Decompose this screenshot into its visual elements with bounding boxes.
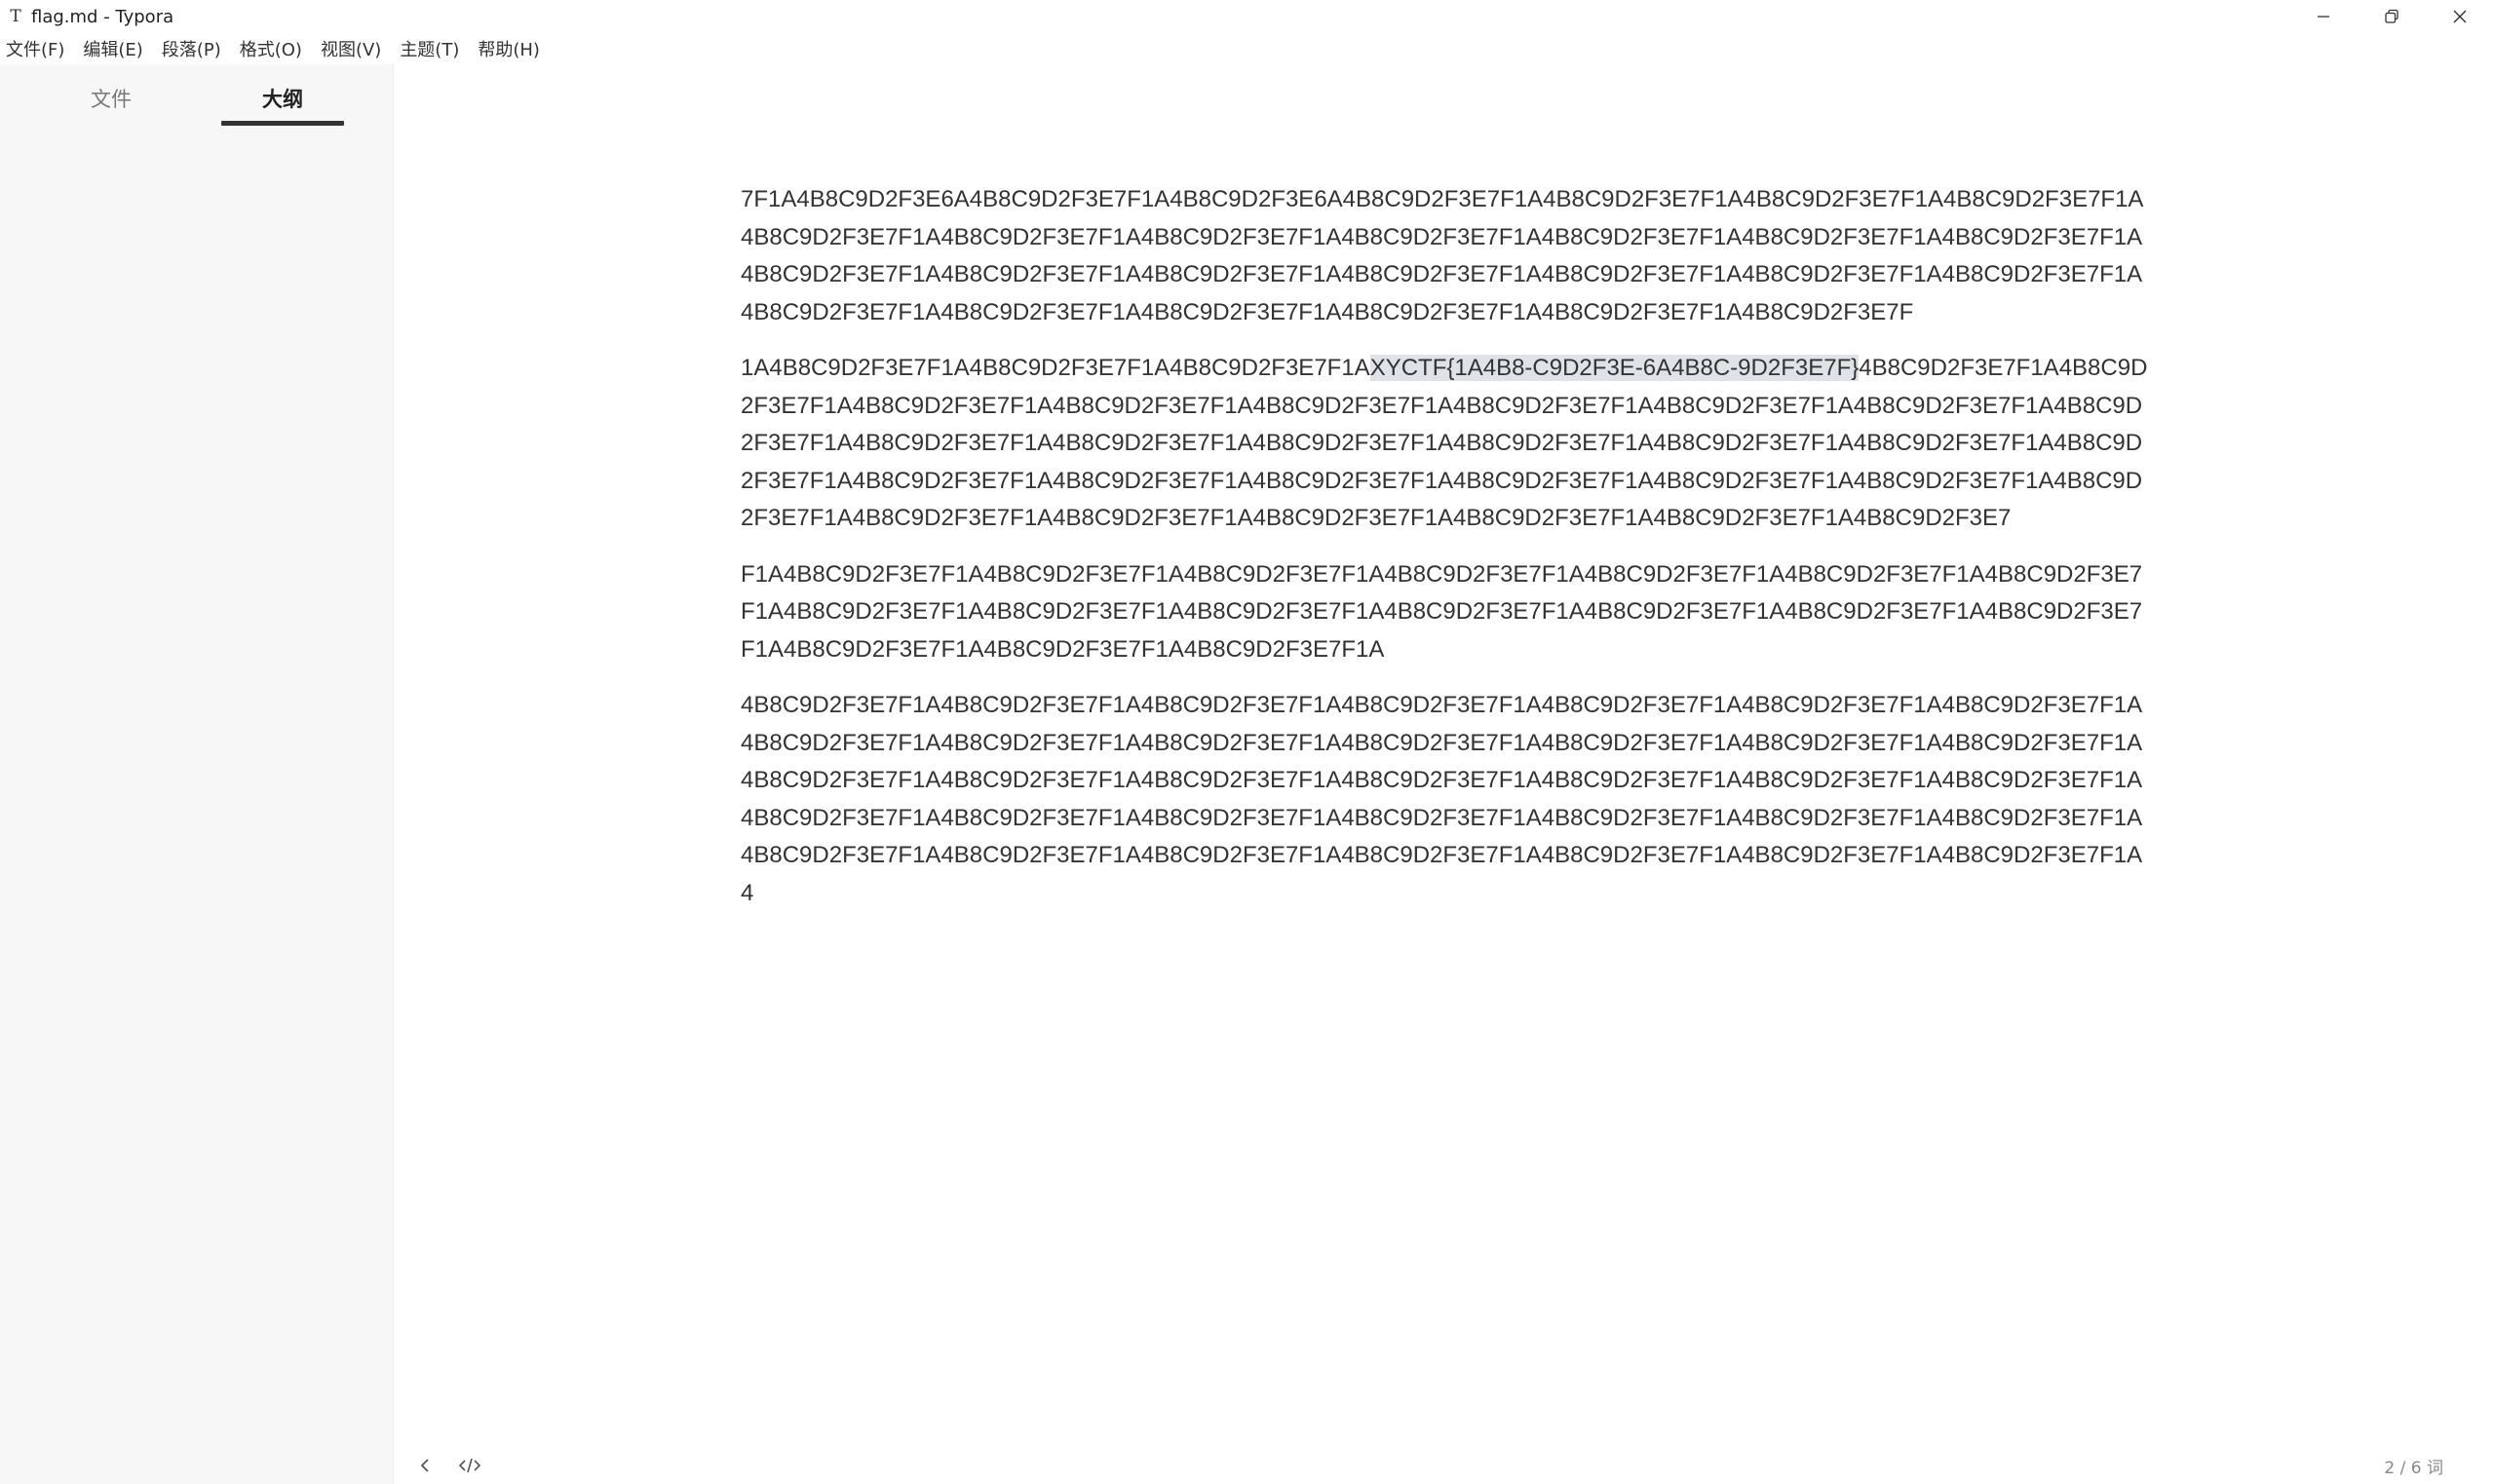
window-controls — [2289, 0, 2494, 33]
menu-edit[interactable]: 编辑(E) — [83, 36, 142, 61]
minimize-icon — [2318, 16, 2329, 18]
restore-icon — [2385, 9, 2398, 23]
restore-button[interactable] — [2358, 0, 2426, 33]
footer-toolbar — [407, 1452, 497, 1479]
paragraph-1[interactable]: 7F1A4B8C9D2F3E6A4B8C9D2F3E7F1A4B8C9D2F3E… — [741, 181, 2154, 331]
tab-outline[interactable]: 大纲 — [221, 84, 344, 123]
menu-file[interactable]: 文件(F) — [6, 36, 64, 61]
word-count[interactable]: 2 / 6 词 — [2384, 1454, 2443, 1478]
paragraph-4[interactable]: 4B8C9D2F3E7F1A4B8C9D2F3E7F1A4B8C9D2F3E7F… — [741, 687, 2154, 912]
title-bar: T flag.md - Typora — [0, 0, 2494, 33]
tab-files[interactable]: 文件 — [50, 84, 173, 123]
paragraph-3[interactable]: F1A4B8C9D2F3E7F1A4B8C9D2F3E7F1A4B8C9D2F3… — [741, 556, 2154, 669]
sidebar-tabs: 文件 大纲 — [0, 64, 394, 129]
paragraph-2[interactable]: 1A4B8C9D2F3E7F1A4B8C9D2F3E7F1A4B8C9D2F3E… — [741, 350, 2154, 538]
close-icon — [2453, 10, 2467, 23]
toggle-sidebar-button[interactable] — [407, 1452, 442, 1479]
menu-paragraph[interactable]: 段落(P) — [162, 36, 221, 61]
menu-theme[interactable]: 主题(T) — [400, 36, 459, 61]
active-tab-indicator — [221, 121, 344, 126]
menu-view[interactable]: 视图(V) — [321, 36, 381, 61]
window-title: flag.md - Typora — [31, 6, 174, 27]
source-code-mode-button[interactable] — [452, 1452, 487, 1479]
document-content[interactable]: 7F1A4B8C9D2F3E6A4B8C9D2F3E7F1A4B8C9D2F3E… — [741, 181, 2154, 931]
menu-format[interactable]: 格式(O) — [240, 36, 302, 61]
selected-flag-text[interactable]: XYCTF{1A4B8-C9D2F3E-6A4B8C-9D2F3E7F} — [1369, 355, 1860, 381]
typora-app-icon: T — [10, 7, 21, 26]
sidebar: 文件 大纲 — [0, 64, 394, 1484]
minimize-button[interactable] — [2289, 0, 2358, 33]
paragraph-2-text-after: 4B8C9D2F3E7F1A4B8C9D2F3E7F1A4B8C9D2F3E7F… — [741, 355, 2148, 531]
menu-bar: 文件(F) 编辑(E) 段落(P) 格式(O) 视图(V) 主题(T) 帮助(H… — [0, 33, 2494, 64]
editor-pane[interactable]: 7F1A4B8C9D2F3E6A4B8C9D2F3E7F1A4B8C9D2F3E… — [395, 64, 2494, 1484]
menu-help[interactable]: 帮助(H) — [478, 36, 540, 61]
source-code-icon — [458, 1458, 481, 1473]
chevron-left-icon — [420, 1459, 429, 1472]
paragraph-2-text-before: 1A4B8C9D2F3E7F1A4B8C9D2F3E7F1A4B8C9D2F3E… — [741, 355, 1370, 381]
close-button[interactable] — [2426, 0, 2494, 33]
